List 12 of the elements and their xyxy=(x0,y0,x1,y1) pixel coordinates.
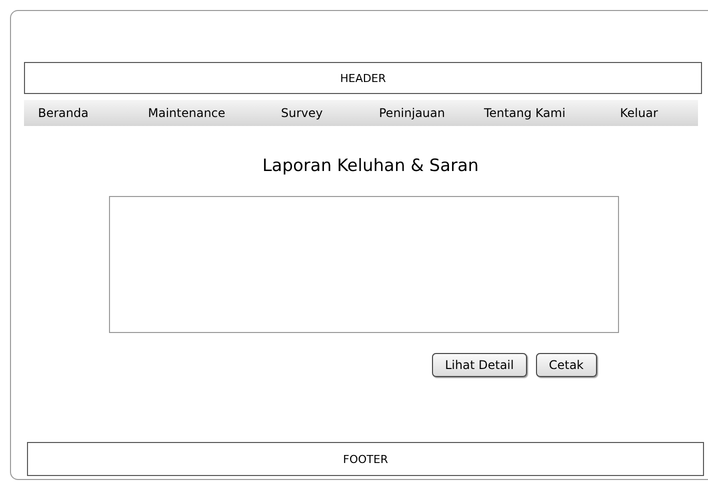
header-label: HEADER xyxy=(340,72,386,84)
report-area[interactable] xyxy=(109,196,619,333)
print-button[interactable]: Cetak xyxy=(536,353,597,377)
footer-label: FOOTER xyxy=(343,452,388,466)
nav-link[interactable]: Keluar xyxy=(620,106,658,120)
detail-button[interactable]: Lihat Detail xyxy=(432,353,527,377)
nav-link[interactable]: Beranda xyxy=(38,106,88,120)
nav-link[interactable]: Maintenance xyxy=(148,106,226,120)
nav-link[interactable]: Survey xyxy=(281,106,323,120)
nav-link[interactable]: Tentang Kami xyxy=(484,106,566,120)
nav-link[interactable]: Peninjauan xyxy=(379,106,445,120)
page-title: Laporan Keluhan & Saran xyxy=(261,156,480,178)
